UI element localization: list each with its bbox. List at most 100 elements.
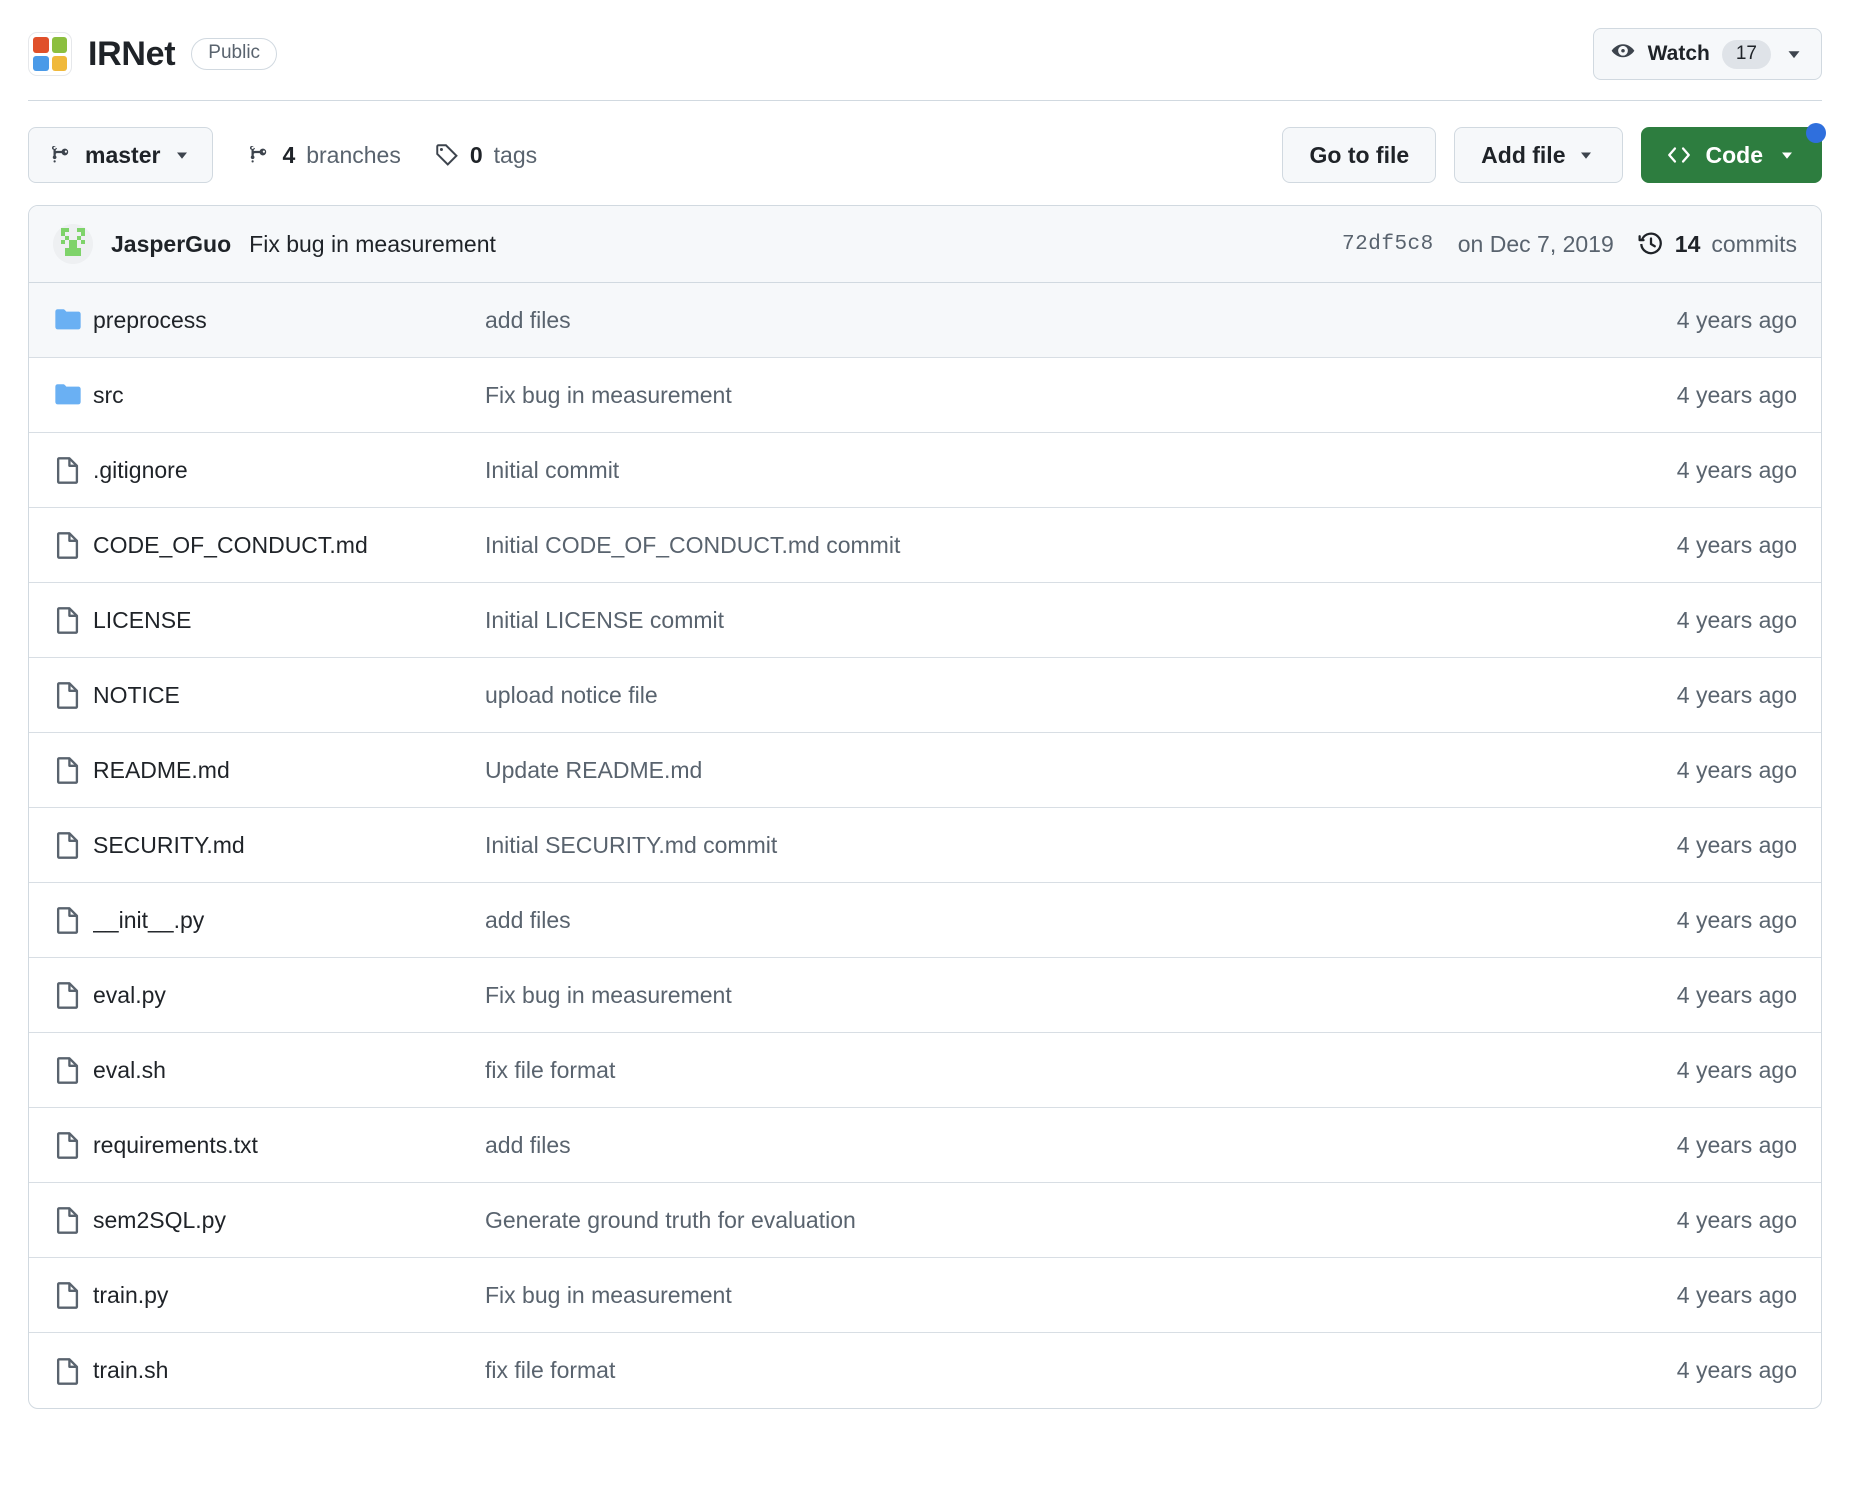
commit-author[interactable]: JasperGuo — [111, 231, 231, 258]
file-age: 4 years ago — [1676, 981, 1797, 1008]
table-row[interactable]: LICENSE Initial LICENSE commit 4 years ago — [29, 583, 1821, 658]
file-commit-message[interactable]: Initial LICENSE commit — [485, 607, 1537, 634]
commit-count[interactable]: 14 commits — [1638, 231, 1797, 258]
branches-count[interactable]: 4 branches — [247, 141, 401, 169]
tags-count[interactable]: 0 tags — [435, 142, 537, 169]
latest-commit-header: JasperGuo Fix bug in measurement 72df5c8… — [29, 206, 1821, 283]
file-commit-message[interactable]: fix file format — [485, 1357, 1537, 1384]
table-row[interactable]: NOTICE upload notice file 4 years ago — [29, 658, 1821, 733]
file-commit-message[interactable]: add files — [485, 307, 1537, 334]
tags-number: 0 — [469, 141, 483, 168]
file-commit-message[interactable]: add files — [485, 1132, 1537, 1159]
file-name[interactable]: train.sh — [93, 1357, 485, 1384]
file-name[interactable]: preprocess — [93, 307, 485, 334]
branches-number: 4 — [282, 141, 296, 168]
file-age: 4 years ago — [1676, 306, 1797, 333]
table-row[interactable]: preprocess add files 4 years ago — [29, 283, 1821, 358]
file-commit-message[interactable]: Fix bug in measurement — [485, 382, 1537, 409]
file-name[interactable]: eval.py — [93, 982, 485, 1009]
file-name[interactable]: train.py — [93, 1282, 485, 1309]
file-age: 4 years ago — [1676, 681, 1797, 708]
table-row[interactable]: __init__.py add files 4 years ago — [29, 883, 1821, 958]
file-name[interactable]: CODE_OF_CONDUCT.md — [93, 532, 485, 559]
toolbar-right-group: Go to file Add file Code — [1282, 123, 1826, 183]
file-commit-message[interactable]: Initial commit — [485, 457, 1537, 484]
history-clock-icon — [1638, 231, 1664, 257]
file-age: 4 years ago — [1676, 456, 1797, 483]
file-commit-message[interactable]: Initial SECURITY.md commit — [485, 832, 1537, 859]
code-label: Code — [1705, 141, 1764, 168]
visibility-badge: Public — [191, 38, 278, 70]
add-file-label: Add file — [1481, 141, 1566, 168]
watch-label: Watch — [1647, 42, 1710, 65]
file-age: 4 years ago — [1676, 906, 1797, 933]
file-name[interactable]: requirements.txt — [93, 1132, 485, 1159]
file-commit-message[interactable]: Update README.md — [485, 757, 1537, 784]
file-icon — [53, 605, 93, 635]
file-name[interactable]: __init__.py — [93, 907, 485, 934]
commit-count-label: commits — [1711, 230, 1797, 257]
watch-count: 17 — [1721, 39, 1771, 69]
file-commit-message[interactable]: Fix bug in measurement — [485, 1282, 1537, 1309]
file-commit-message[interactable]: fix file format — [485, 1057, 1537, 1084]
file-icon — [53, 980, 93, 1010]
repository-logo-icon — [28, 32, 72, 76]
git-branch-icon — [247, 143, 271, 167]
file-icon — [53, 755, 93, 785]
table-row[interactable]: SECURITY.md Initial SECURITY.md commit 4 y… — [29, 808, 1821, 883]
file-name[interactable]: NOTICE — [93, 682, 485, 709]
table-row[interactable]: eval.py Fix bug in measurement 4 years ago — [29, 958, 1821, 1033]
table-row[interactable]: requirements.txt add files 4 years ago — [29, 1108, 1821, 1183]
add-file-button[interactable]: Add file — [1454, 127, 1623, 183]
file-icon — [53, 1280, 93, 1310]
table-row[interactable]: train.sh fix file format 4 years ago — [29, 1333, 1821, 1408]
file-name[interactable]: SECURITY.md — [93, 832, 485, 859]
table-row[interactable]: CODE_OF_CONDUCT.md Initial CODE_OF_CONDUC… — [29, 508, 1821, 583]
commit-sha[interactable]: 72df5c8 — [1342, 233, 1434, 256]
repository-header: IRNet Public Watch 17 — [28, 0, 1822, 100]
file-icon — [53, 1130, 93, 1160]
file-commit-message[interactable]: upload notice file — [485, 682, 1537, 709]
file-name[interactable]: LICENSE — [93, 607, 485, 634]
file-rows: preprocess add files 4 years ago src Fix bug… — [29, 283, 1821, 1408]
file-commit-message[interactable]: Fix bug in measurement — [485, 982, 1537, 1009]
file-commit-message[interactable]: add files — [485, 907, 1537, 934]
branch-selector[interactable]: master — [28, 127, 214, 183]
repository-toolbar: master 4 branches 0 tags Go to file Add … — [28, 101, 1826, 205]
file-age: 4 years ago — [1676, 1357, 1797, 1383]
commit-message[interactable]: Fix bug in measurement — [249, 231, 496, 258]
notification-dot-icon — [1806, 123, 1826, 143]
file-commit-message[interactable]: Generate ground truth for evaluation — [485, 1207, 1537, 1234]
chevron-down-icon — [1783, 43, 1805, 65]
table-row[interactable]: eval.sh fix file format 4 years ago — [29, 1033, 1821, 1108]
file-name[interactable]: .gitignore — [93, 457, 485, 484]
file-icon — [53, 1205, 93, 1235]
commit-date: on Dec 7, 2019 — [1457, 230, 1614, 257]
file-age: 4 years ago — [1676, 831, 1797, 858]
watch-button[interactable]: Watch 17 — [1592, 28, 1822, 80]
table-row[interactable]: sem2SQL.py Generate ground truth for eval… — [29, 1183, 1821, 1258]
file-name[interactable]: sem2SQL.py — [93, 1207, 485, 1234]
file-age: 4 years ago — [1676, 606, 1797, 633]
eye-icon — [1610, 41, 1636, 67]
tag-icon — [435, 143, 459, 167]
branch-name: master — [85, 141, 161, 168]
go-to-file-button[interactable]: Go to file — [1282, 127, 1437, 183]
table-row[interactable]: train.py Fix bug in measurement 4 years ag… — [29, 1258, 1821, 1333]
code-button[interactable]: Code — [1640, 123, 1826, 183]
file-name[interactable]: src — [93, 382, 485, 409]
table-row[interactable]: README.md Update README.md 4 years ago — [29, 733, 1821, 808]
file-icon — [53, 1055, 93, 1085]
file-age: 4 years ago — [1676, 756, 1797, 783]
file-icon — [53, 680, 93, 710]
file-name[interactable]: README.md — [93, 757, 485, 784]
avatar[interactable] — [53, 224, 93, 264]
file-icon — [53, 905, 93, 935]
file-commit-message[interactable]: Initial CODE_OF_CONDUCT.md commit — [485, 532, 1537, 559]
file-name[interactable]: eval.sh — [93, 1057, 485, 1084]
table-row[interactable]: src Fix bug in measurement 4 years ago — [29, 358, 1821, 433]
table-row[interactable]: .gitignore Initial commit 4 years ago — [29, 433, 1821, 508]
git-branch-icon — [49, 143, 73, 167]
repository-name[interactable]: IRNet — [88, 35, 176, 74]
chevron-down-icon — [172, 145, 192, 165]
